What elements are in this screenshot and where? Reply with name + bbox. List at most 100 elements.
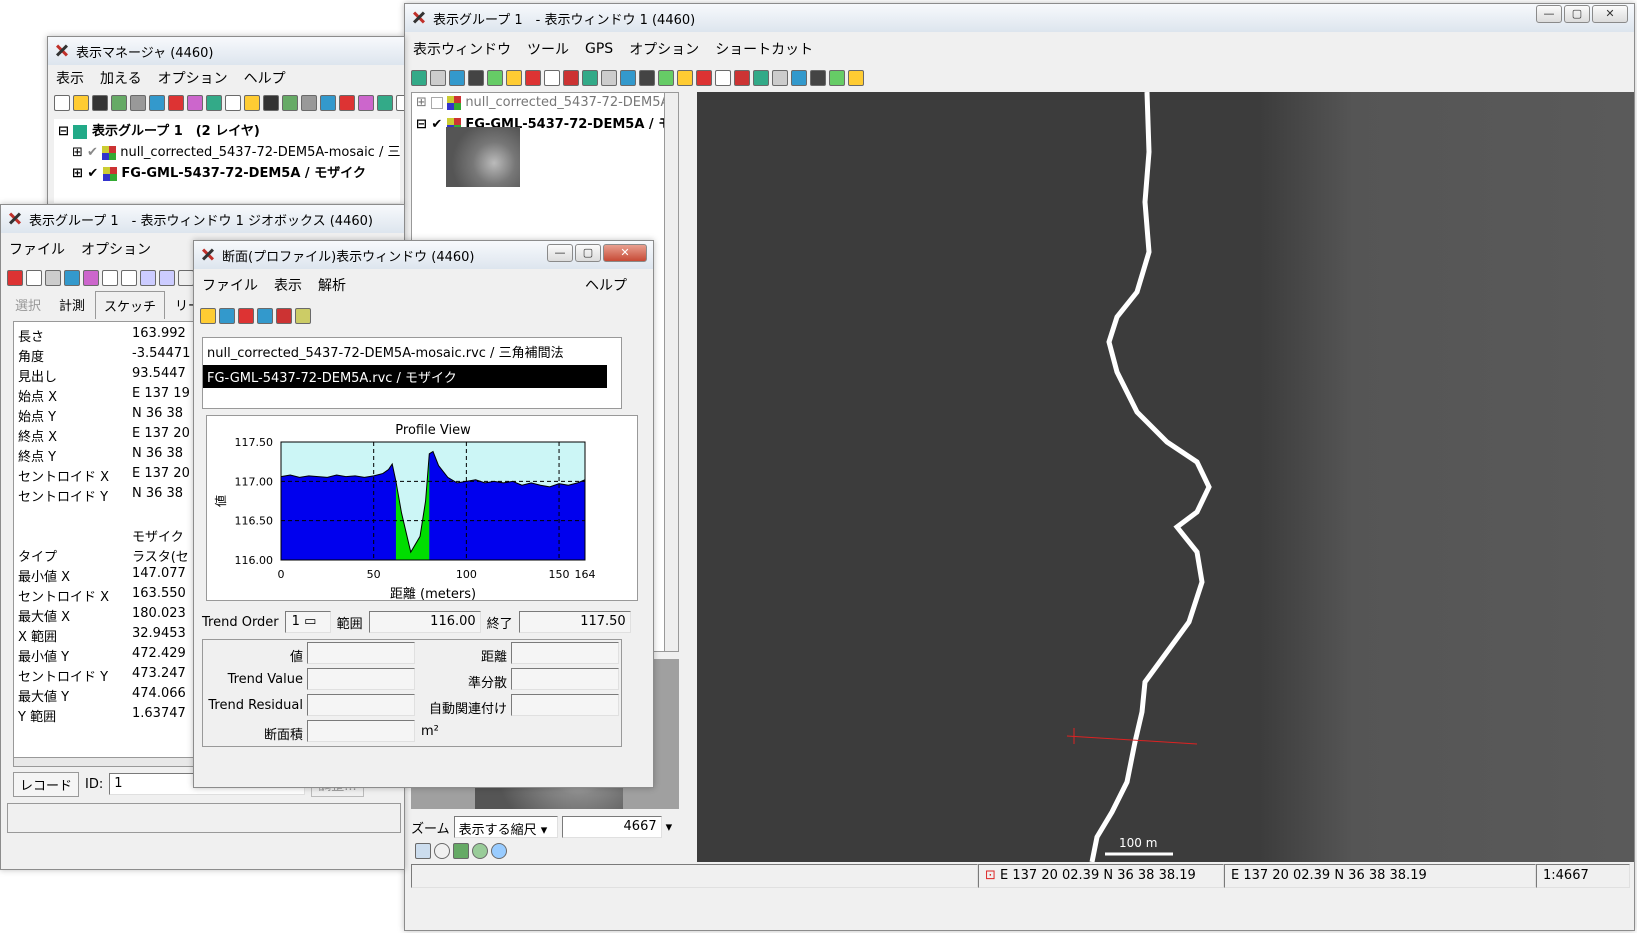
tab-sketch[interactable]: スケッチ (95, 291, 166, 319)
select-icon[interactable] (620, 70, 636, 86)
raster-icon[interactable] (149, 95, 165, 111)
point-icon[interactable] (26, 270, 42, 286)
fit-icon[interactable] (715, 70, 731, 86)
export-icon[interactable] (238, 308, 254, 324)
table-icon[interactable] (225, 95, 241, 111)
cad-icon[interactable] (187, 95, 203, 111)
binoculars-icon[interactable] (848, 70, 864, 86)
maximize-button[interactable]: ▢ (1564, 5, 1590, 23)
distance-field[interactable] (511, 642, 619, 664)
select-arrow-icon[interactable] (7, 270, 23, 286)
menu-options[interactable]: オプション (629, 39, 699, 59)
trend-residual-field[interactable] (307, 694, 415, 716)
cad-icon[interactable] (377, 95, 393, 111)
record-button[interactable]: レコード (13, 771, 80, 797)
open-folder-icon[interactable] (200, 308, 216, 324)
zoom-lens-icon[interactable] (434, 843, 450, 859)
open-icon[interactable] (263, 95, 279, 111)
polygon-icon[interactable] (83, 270, 99, 286)
end-field[interactable]: 117.50 (518, 611, 631, 633)
open-icon[interactable] (73, 95, 89, 111)
camera-icon[interactable] (582, 70, 598, 86)
check-icon[interactable]: ✔ (431, 117, 442, 132)
layer-row-null[interactable]: ⊞ null_corrected_5437-72-DEM5A-mosaic (416, 95, 678, 110)
menu-file[interactable]: ファイル (202, 275, 258, 295)
close-icon[interactable] (677, 70, 693, 86)
circle-icon[interactable] (140, 270, 156, 286)
refresh-icon[interactable] (696, 70, 712, 86)
dm-layer-row-null[interactable]: ⊞ ✔ null_corrected_5437-72-DEM5A-mosaic … (54, 140, 400, 161)
vector-icon[interactable] (358, 95, 374, 111)
profile-chart[interactable]: 0 50 100 150 164 117.50 117.00 116.50 116.00 Prof… (207, 416, 639, 602)
import-icon[interactable] (257, 308, 273, 324)
menu-file[interactable]: ファイル (9, 239, 65, 259)
zoom-map-icon[interactable] (453, 843, 469, 859)
new-icon[interactable] (244, 95, 260, 111)
zoom-box-icon[interactable] (506, 70, 522, 86)
grid-icon[interactable] (206, 95, 222, 111)
display-manager-title-bar[interactable]: 表示マネージャ (4460) (48, 37, 404, 65)
layer-icon[interactable] (130, 95, 146, 111)
add-icon[interactable] (601, 70, 617, 86)
layer-icon[interactable] (320, 95, 336, 111)
measure-icon[interactable] (639, 70, 655, 86)
zoom-in-icon[interactable] (753, 70, 769, 86)
pan-icon[interactable] (449, 70, 465, 86)
menu-gps[interactable]: GPS (585, 41, 613, 57)
trend-order-select[interactable]: 1 ▭ (284, 611, 331, 633)
grid-icon[interactable] (396, 95, 404, 111)
print-icon[interactable] (301, 95, 317, 111)
zoom-box-icon[interactable] (791, 70, 807, 86)
dm-layer-row-fg[interactable]: ⊞ ✔ FG-GML-5437-72-DEM5A / モザイク (54, 161, 400, 182)
layer-icon[interactable] (829, 70, 845, 86)
value-field[interactable] (307, 642, 415, 664)
refresh-icon[interactable] (411, 70, 427, 86)
menu-display[interactable]: 表示 (56, 68, 84, 88)
zoom-value-field[interactable]: 4667 (561, 816, 662, 838)
profile-title-bar[interactable]: 断面(プロファイル)表示ウィンドウ (4460) — ▢ ✕ (194, 241, 653, 269)
zoom-in-icon[interactable] (468, 70, 484, 86)
chart-icon[interactable] (219, 308, 235, 324)
legend-icon[interactable] (415, 843, 431, 859)
tab-measure[interactable]: 計測 (51, 291, 93, 319)
pan-icon[interactable] (734, 70, 750, 86)
zoom-dropdown-icon[interactable]: ▾ (666, 820, 673, 835)
maximize-button[interactable]: ▢ (575, 244, 601, 262)
zoom-out-icon[interactable] (472, 843, 488, 859)
profile-layer-item-selected[interactable]: FG-GML-5437-72-DEM5A.rvc / モザイク (203, 365, 607, 388)
menu-view-window[interactable]: 表示ウィンドウ (413, 39, 511, 59)
area-field[interactable] (307, 720, 415, 742)
save-icon[interactable] (282, 95, 298, 111)
close-button[interactable]: ✕ (1592, 5, 1628, 23)
layer-panel-scrollbar[interactable] (664, 93, 678, 651)
menu-tools[interactable]: ツール (527, 39, 569, 59)
semivariance-field[interactable] (511, 668, 619, 690)
range-field[interactable]: 116.00 (368, 611, 481, 633)
fit-icon[interactable] (430, 70, 446, 86)
minimize-button[interactable]: — (547, 244, 573, 262)
palette-icon[interactable] (295, 308, 311, 324)
menu-view[interactable]: 表示 (274, 275, 302, 295)
menu-add[interactable]: 加える (100, 68, 142, 88)
geotoolbox-hscroll[interactable] (13, 757, 213, 767)
zoom-mode-select[interactable]: 表示する縮尺 ▾ (453, 816, 558, 838)
close-button[interactable]: ✕ (603, 244, 647, 262)
zoom-out-icon[interactable] (772, 70, 788, 86)
tab-select[interactable]: 選択 (7, 291, 49, 319)
grid-icon[interactable] (525, 70, 541, 86)
autocorrelation-field[interactable] (511, 694, 619, 716)
check-icon[interactable]: ✔ (87, 166, 98, 181)
layer-icon[interactable] (544, 70, 560, 86)
menu-help[interactable]: ヘルプ (244, 68, 286, 88)
line-icon[interactable] (64, 270, 80, 286)
print-icon[interactable] (111, 95, 127, 111)
main-title-bar[interactable]: 表示グループ 1 - 表示ウィンドウ 1 (4460) — ▢ ✕ (405, 4, 1634, 32)
trend-value-field[interactable] (307, 668, 415, 690)
binoculars-icon[interactable] (563, 70, 579, 86)
menu-shortcut[interactable]: ショートカット (715, 39, 813, 59)
vector-icon[interactable] (168, 95, 184, 111)
multipoint-icon[interactable] (45, 270, 61, 286)
minimize-button[interactable]: — (1536, 5, 1562, 23)
save-icon[interactable] (92, 95, 108, 111)
check-icon[interactable]: ✔ (87, 145, 98, 160)
